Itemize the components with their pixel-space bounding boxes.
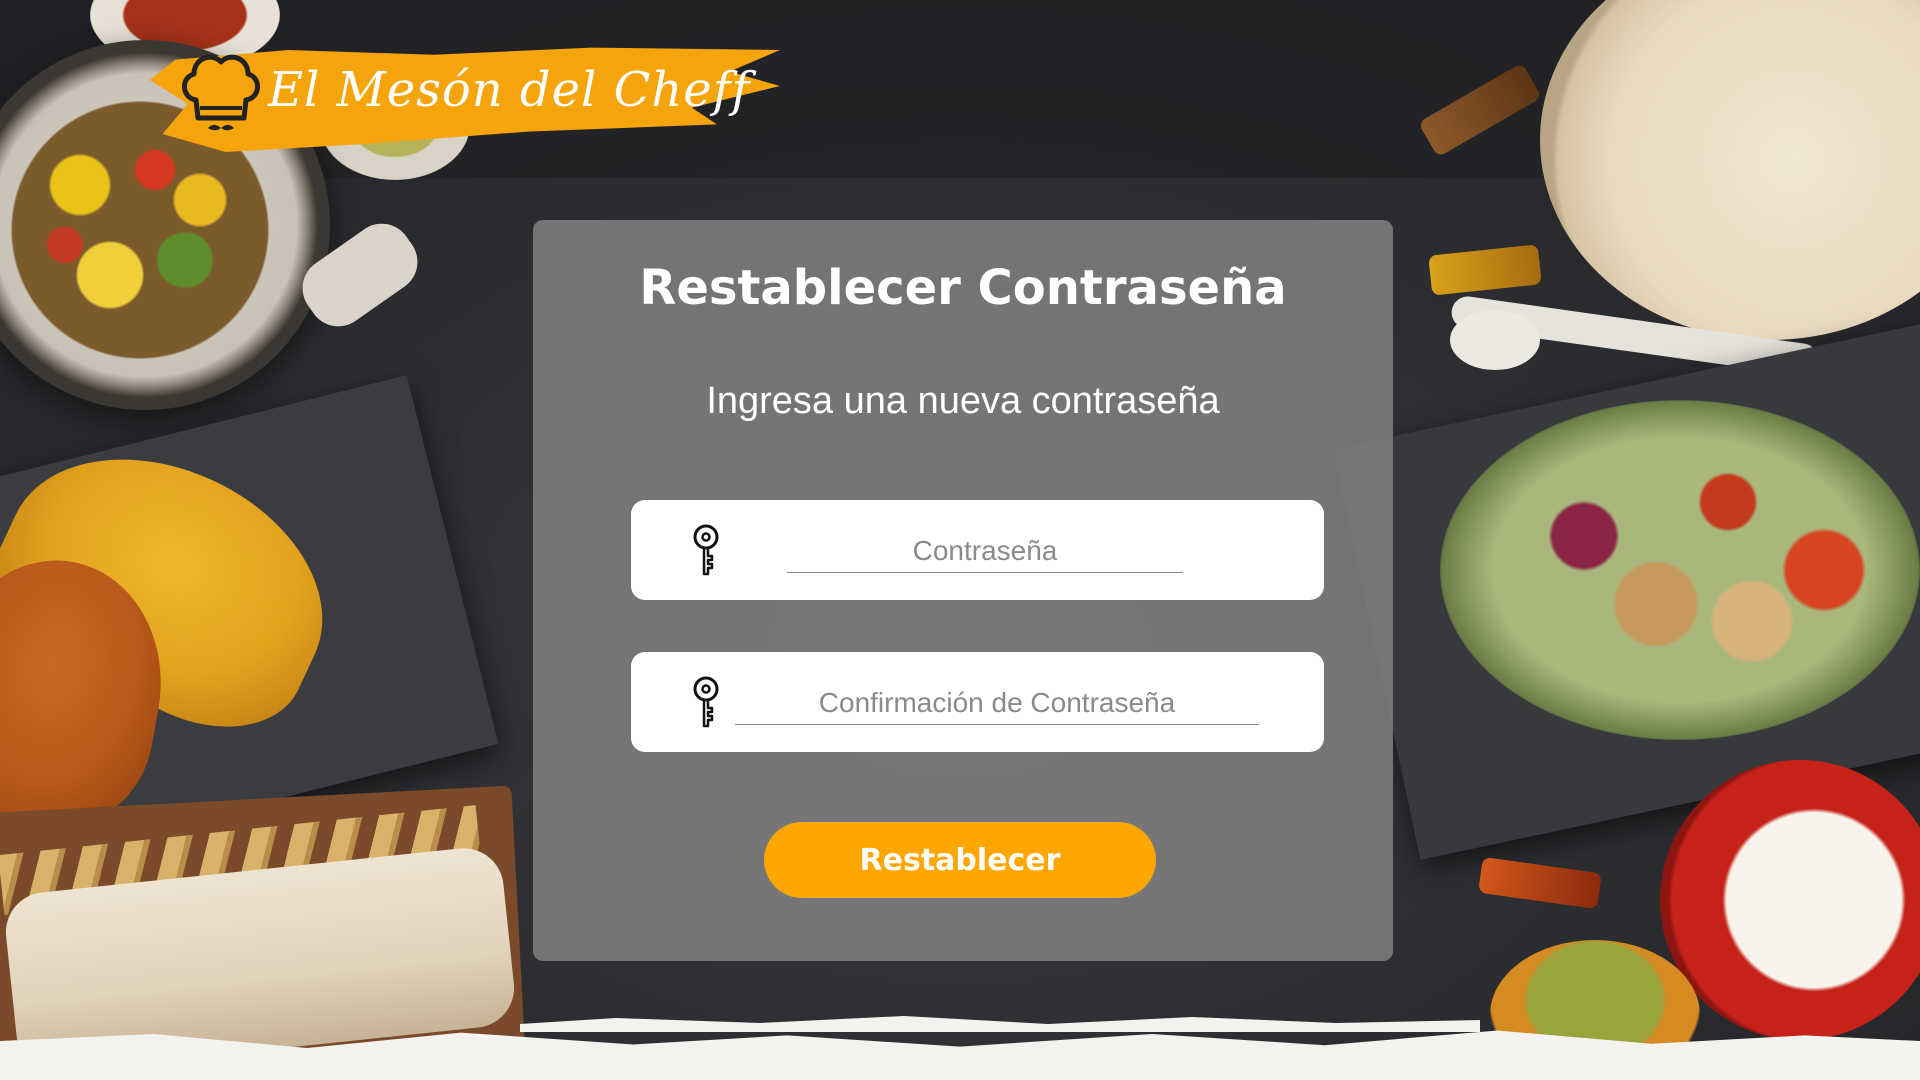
salad-image <box>1440 400 1920 740</box>
confirm-password-field <box>631 652 1324 752</box>
spoon-image <box>1450 310 1540 370</box>
password-field <box>631 500 1324 600</box>
reset-button[interactable]: Restablecer <box>764 822 1156 898</box>
brand-logo-text: El Mesón del Cheff <box>268 62 751 118</box>
password-input[interactable] <box>787 530 1183 573</box>
confirm-password-input[interactable] <box>735 682 1259 725</box>
key-icon <box>693 676 719 728</box>
card-title: Restablecer Contraseña <box>639 260 1287 316</box>
chef-hat-icon <box>182 54 260 131</box>
reset-password-card: Restablecer Contraseña Ingresa una nueva… <box>533 220 1393 961</box>
card-subtitle: Ingresa una nueva contraseña <box>706 380 1220 422</box>
key-icon <box>693 524 719 576</box>
reset-password-page: El Mesón del Cheff Restablecer Contraseñ… <box>0 0 1920 1080</box>
